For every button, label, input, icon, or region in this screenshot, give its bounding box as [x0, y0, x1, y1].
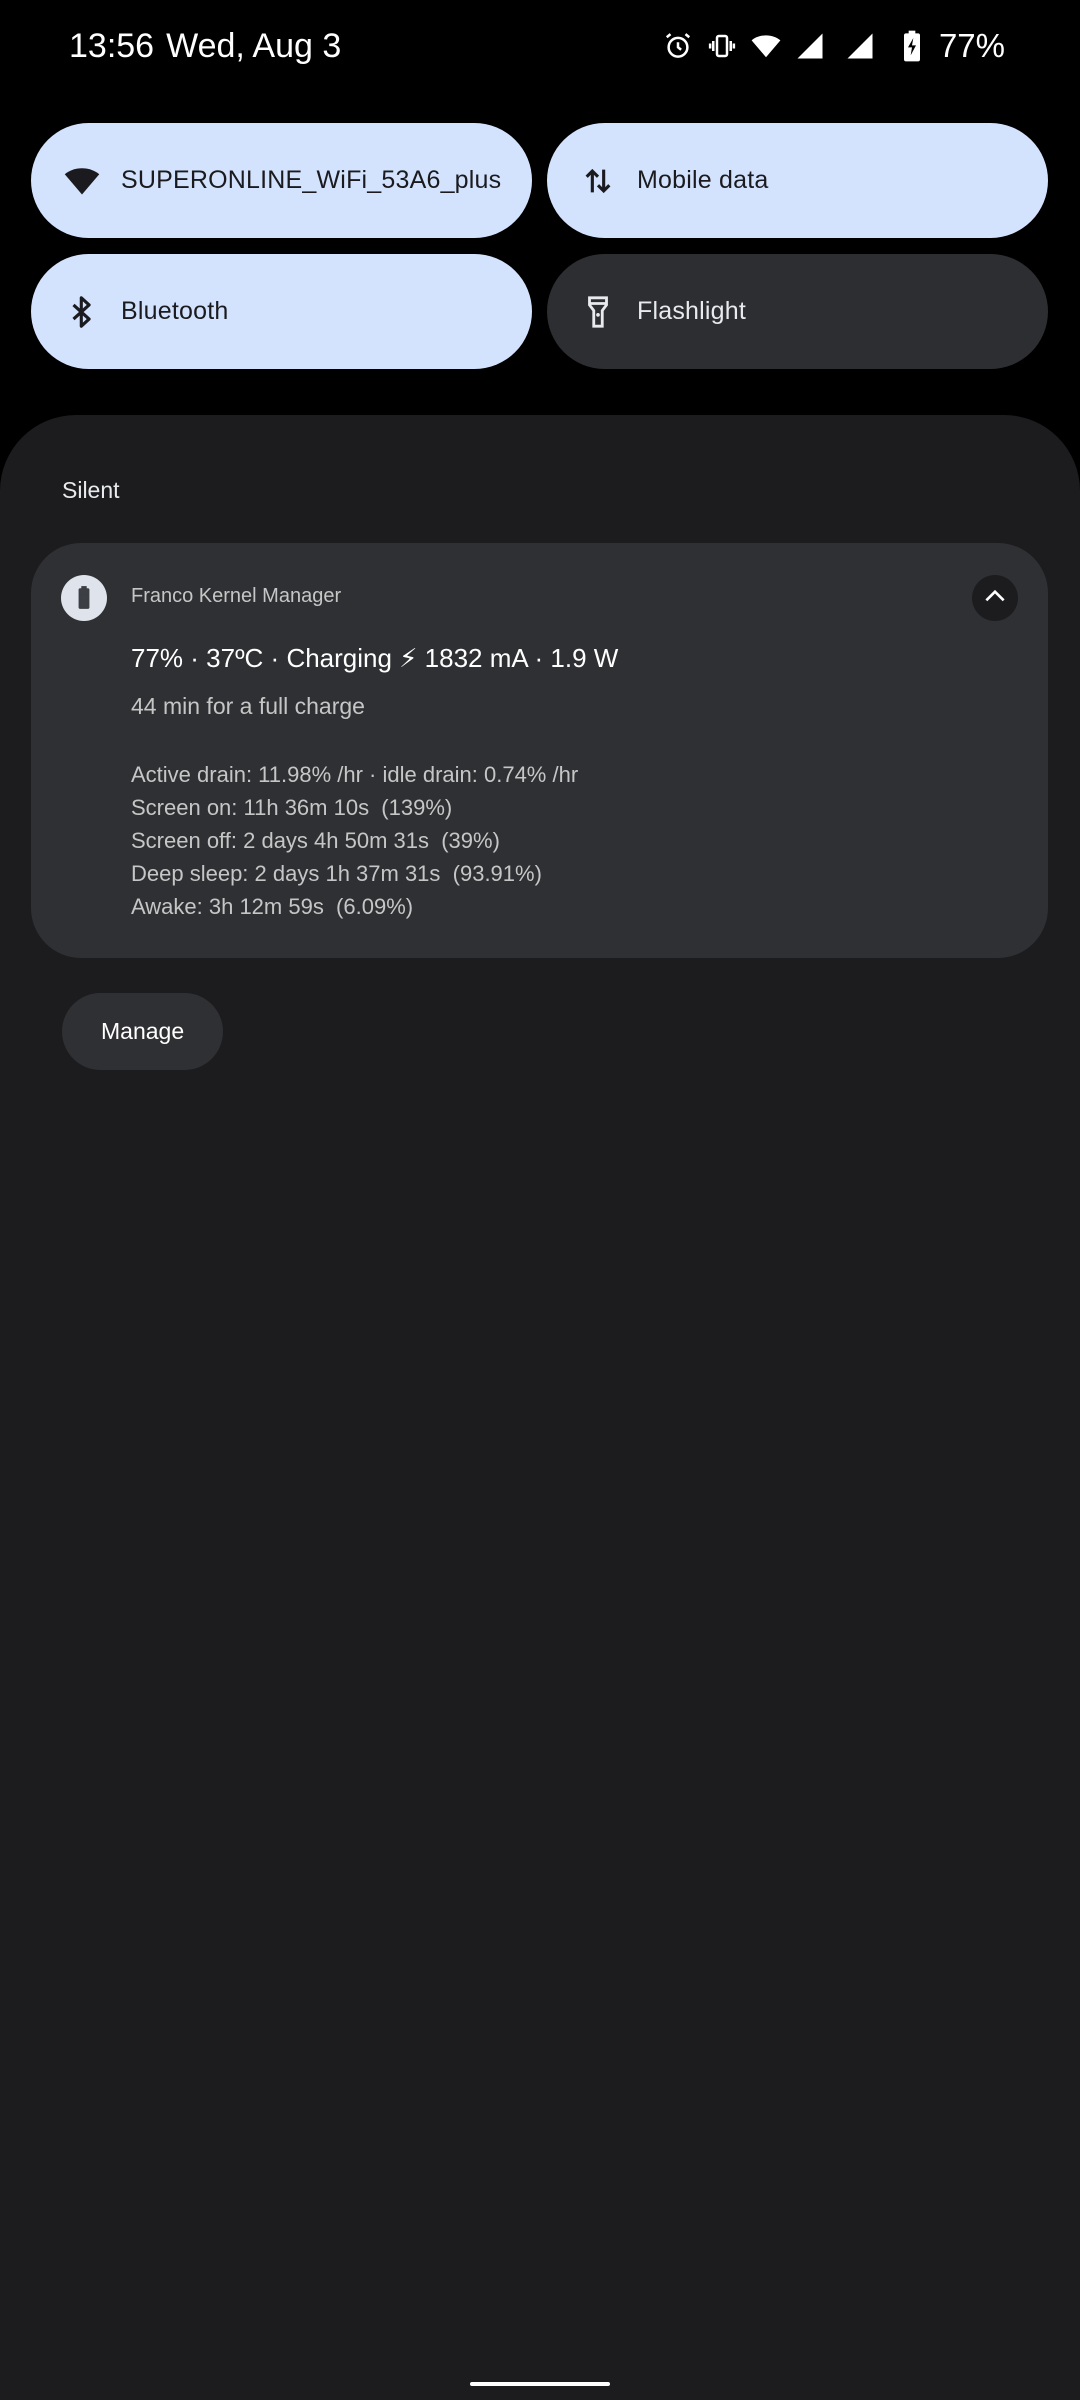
notification-details: Active drain: 11.98% /hr · idle drain: 0…	[131, 758, 578, 923]
tile-wifi[interactable]: SUPERONLINE_WiFi_53A6_plus	[31, 123, 532, 238]
notification-title: 77% · 37ºC · Charging ⚡ 1832 mA · 1.9 W	[131, 643, 619, 673]
flashlight-icon	[578, 292, 618, 332]
status-right: 77%	[661, 27, 1005, 65]
notification-subtitle: 44 min for a full charge	[131, 693, 365, 719]
quick-settings-tiles: SUPERONLINE_WiFi_53A6_plus Mobile data B…	[31, 123, 1048, 369]
status-left: 13:56 Wed, Aug 3	[69, 27, 341, 66]
bluetooth-icon	[62, 292, 102, 332]
navigation-handle[interactable]	[470, 2382, 610, 2386]
detail-line: Screen off: 2 days 4h 50m 31s (39%)	[131, 828, 500, 853]
notification-card[interactable]: Franco Kernel Manager 77% · 37ºC · Charg…	[31, 543, 1048, 958]
vibrate-icon	[705, 29, 739, 63]
wifi-icon	[62, 161, 102, 201]
mobile-data-icon	[578, 161, 618, 201]
battery-icon	[61, 575, 107, 621]
status-bar: 13:56 Wed, Aug 3 77%	[0, 0, 1080, 92]
tile-label: SUPERONLINE_WiFi_53A6_plus	[121, 166, 502, 194]
notification-app-name: Franco Kernel Manager	[131, 585, 342, 607]
tile-label: Flashlight	[637, 297, 746, 325]
detail-line: Active drain: 11.98% /hr · idle drain: 0…	[131, 762, 579, 787]
tile-mobile-data[interactable]: Mobile data	[547, 123, 1048, 238]
detail-line: Screen on: 11h 36m 10s (139%)	[131, 795, 453, 820]
detail-line: Awake: 3h 12m 59s (6.09%)	[131, 894, 414, 919]
date: Wed, Aug 3	[166, 26, 342, 65]
battery-charging-icon	[895, 29, 929, 63]
battery-percent: 77%	[938, 27, 1005, 64]
tile-flashlight[interactable]: Flashlight	[547, 254, 1048, 369]
alarm-icon	[661, 29, 695, 63]
wifi-icon	[749, 29, 783, 63]
manage-button[interactable]: Manage	[62, 993, 224, 1070]
tile-label: Mobile data	[637, 166, 769, 194]
notification-shade-screen: 13:56 Wed, Aug 3 77% SUPERONLINE_WiFi_53…	[0, 0, 1080, 2400]
signal-icon	[793, 29, 827, 63]
detail-line: Deep sleep: 2 days 1h 37m 31s (93.91%)	[131, 861, 542, 886]
section-header-silent: Silent	[62, 477, 120, 503]
chevron-up-icon	[982, 583, 1008, 614]
tile-label: Bluetooth	[121, 297, 229, 325]
notification-shade: Silent Franco Kernel Manager 77% · 37ºC …	[0, 415, 1080, 2400]
tile-bluetooth[interactable]: Bluetooth	[31, 254, 532, 369]
signal-icon	[843, 29, 877, 63]
collapse-button[interactable]	[972, 575, 1018, 621]
clock: 13:56	[69, 26, 155, 65]
